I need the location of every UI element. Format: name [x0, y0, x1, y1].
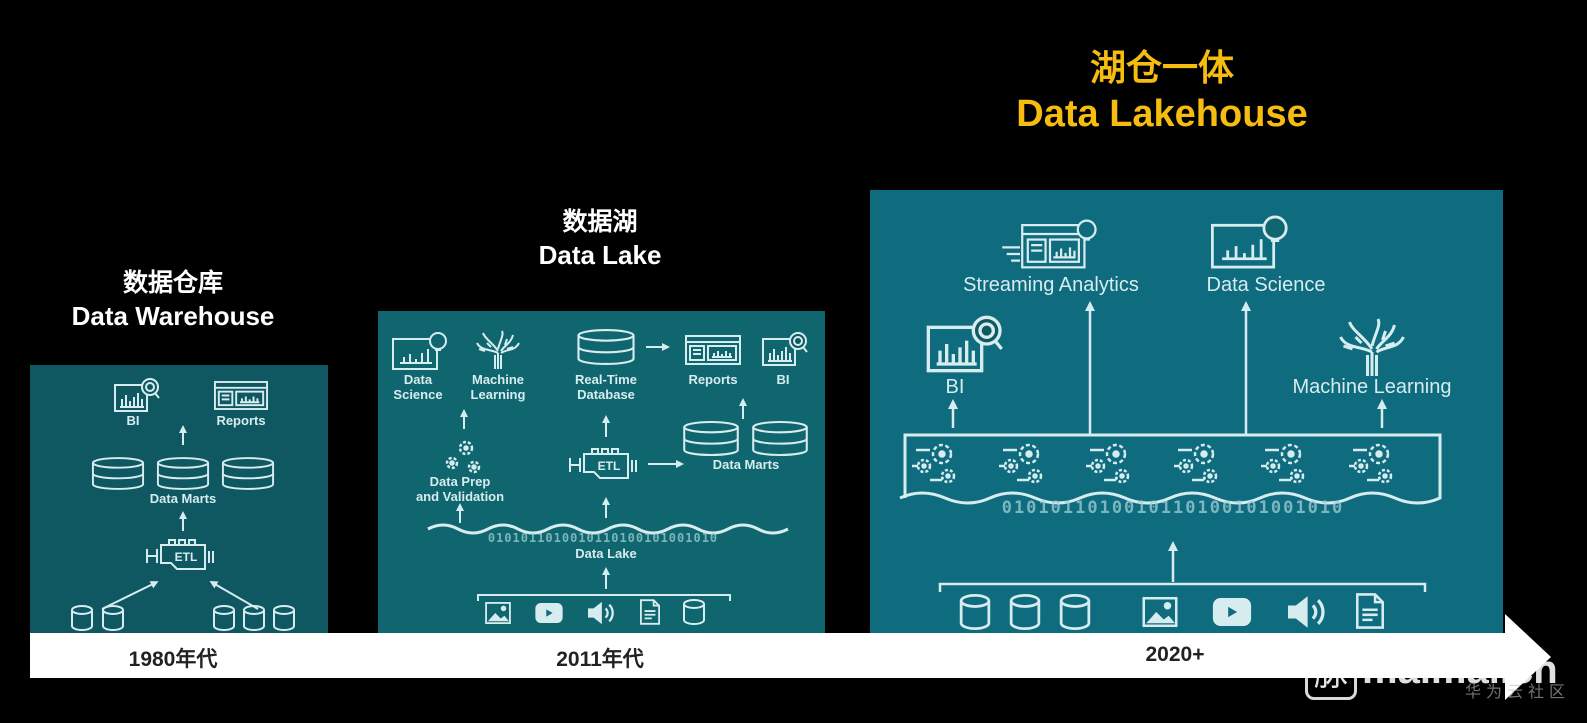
era-label-2020: 2020+ — [1145, 643, 1205, 666]
cylinder-database-icon — [272, 605, 296, 631]
lightbulb-chart-icon — [392, 331, 448, 371]
gears-icon — [1345, 440, 1405, 486]
era-label-1980s: 1980年代 — [128, 648, 218, 671]
gears-icon — [1082, 440, 1142, 486]
database-stack-icon — [751, 421, 809, 456]
data-lake-label: Data Lake — [575, 546, 637, 561]
label-line: Data Prep — [429, 474, 491, 489]
stage-1-title-cn: 数据仓库 — [122, 269, 224, 297]
label-line: Science — [393, 386, 443, 402]
connector-arrows — [899, 301, 1442, 592]
data-science-label: Data Science — [393, 372, 443, 403]
label-line: Machine — [471, 372, 524, 387]
binary-stream: 0101011010010110100101001010 — [487, 531, 719, 545]
image-icon — [1142, 597, 1178, 627]
label-line: Database — [577, 386, 635, 402]
real-time-database-label: Real-Time Database — [575, 372, 637, 403]
stage-1-title-en: Data Warehouse — [71, 301, 275, 331]
speaker-icon — [1285, 595, 1325, 629]
streaming-analytics-label: Streaming Analytics — [963, 274, 1139, 296]
stage-3-title-cn: 湖仓一体 — [1089, 47, 1235, 88]
bi-chart-magnifier-icon — [926, 314, 1004, 374]
etl-label: ETL — [597, 459, 621, 473]
timeline-bar — [30, 633, 1508, 678]
gears-icon — [908, 440, 968, 486]
label-line: Data — [403, 372, 433, 387]
watermark-logo: 脉 — [1305, 648, 1357, 700]
speaker-icon — [586, 601, 614, 625]
bi-chart-magnifier-icon — [114, 377, 160, 413]
database-stack-icon — [221, 457, 275, 490]
machine-learning-label: Machine Learning — [470, 372, 526, 403]
cylinder-database-icon — [212, 605, 236, 631]
data-lakehouse-diagram: Streaming Analytics Data Science BI Mach… — [870, 190, 1503, 633]
cylinder-database-icon — [1008, 594, 1042, 630]
reports-dashboard-icon — [685, 335, 741, 365]
cylinder-database-icon — [101, 605, 125, 631]
etl-label: ETL — [174, 550, 198, 564]
gears-icon — [444, 439, 484, 475]
image-icon — [485, 602, 511, 624]
brain-tree-icon — [1332, 316, 1412, 376]
data-science-label: Data Science — [1206, 274, 1326, 296]
cylinder-database-icon — [682, 599, 706, 625]
label-line: Learning — [470, 386, 526, 402]
video-play-icon — [1212, 598, 1252, 626]
bi-label: BI — [126, 413, 140, 428]
bi-label: BI — [945, 376, 965, 398]
data-warehouse-diagram: BI Reports Data Marts ETL — [30, 365, 328, 633]
gears-icon — [1257, 440, 1317, 486]
document-icon — [1356, 593, 1384, 629]
stage-2-title-cn: 数据湖 — [562, 208, 638, 236]
gears-icon — [1170, 440, 1230, 486]
document-icon — [640, 599, 660, 625]
data-marts-label: Data Marts — [712, 457, 780, 472]
database-stack-icon — [91, 457, 145, 490]
watermark-sub: 华为云社区 — [1465, 684, 1571, 701]
machine-learning-label: Machine Learning — [1292, 376, 1452, 398]
reports-label: Reports — [216, 413, 266, 428]
streaming-dashboard-icon — [1000, 218, 1100, 270]
brain-tree-icon — [473, 329, 523, 369]
bi-chart-magnifier-icon — [762, 331, 808, 367]
data-marts-label: Data Marts — [149, 491, 217, 506]
cylinder-database-icon — [958, 594, 992, 630]
cylinder-database-icon — [1058, 594, 1092, 630]
stage-3-title-en: Data Lakehouse — [1016, 93, 1308, 135]
stage-2-title-en: Data Lake — [538, 240, 662, 270]
lightbulb-chart-icon — [1211, 214, 1289, 270]
label-line: and Validation — [415, 488, 505, 504]
gears-icon — [995, 440, 1055, 486]
database-stack-icon — [156, 457, 210, 490]
label-line: Real-Time — [575, 372, 637, 387]
data-lake-diagram: Data Science Machine Learning Real-Time Dat… — [378, 311, 825, 633]
cylinder-database-icon — [242, 605, 266, 631]
data-prep-label: Data Prep and Validation — [415, 474, 505, 505]
binary-stream: 0101011010010110100101001010 — [1001, 498, 1345, 518]
reports-dashboard-icon — [214, 381, 268, 410]
database-stack-icon — [682, 421, 740, 456]
database-stack-icon — [576, 329, 636, 365]
era-label-2011s: 2011年代 — [556, 648, 644, 671]
video-play-icon — [535, 603, 563, 623]
reports-label: Reports — [688, 372, 738, 387]
cylinder-database-icon — [70, 605, 94, 631]
bi-label: BI — [776, 372, 790, 387]
